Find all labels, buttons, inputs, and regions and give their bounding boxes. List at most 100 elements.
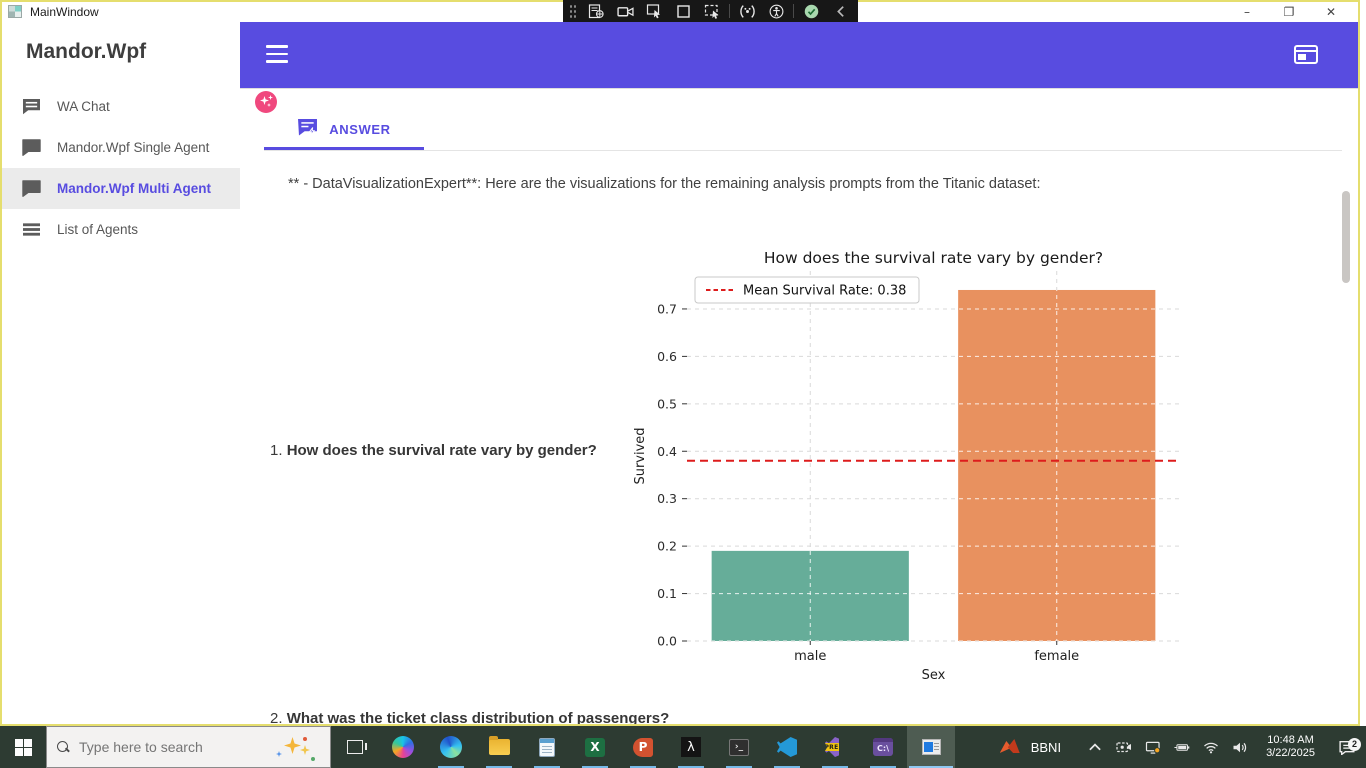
battery-icon[interactable] (1173, 739, 1191, 755)
vscode-icon (777, 737, 797, 757)
element-select-icon[interactable] (700, 2, 724, 20)
svg-text:Sex: Sex (922, 668, 946, 683)
svg-text:female: female (1034, 649, 1079, 664)
toolbar-grip[interactable] (569, 4, 577, 18)
svg-text:0.5: 0.5 (657, 396, 677, 411)
pre-badge: PRE (823, 743, 840, 751)
sparkle-badge-icon[interactable] (255, 91, 277, 113)
sidebar-item-wa-chat[interactable]: WA Chat (2, 86, 240, 127)
svg-text:0.1: 0.1 (657, 586, 677, 601)
taskbar-app-explorer[interactable] (475, 726, 523, 768)
clock-date: 3/22/2025 (1266, 747, 1315, 760)
taskbar-app-visual-studio[interactable]: PRE (811, 726, 859, 768)
question-2: 2. What was the ticket class distributio… (270, 710, 669, 724)
excel-icon (585, 738, 605, 757)
bbni-tray-icon[interactable] (1000, 739, 1020, 755)
start-button[interactable] (0, 726, 46, 768)
app-bar (240, 22, 1358, 88)
tab-active-indicator (264, 147, 424, 150)
toolbar-separator (729, 4, 730, 18)
taskbar-app-lambda[interactable] (667, 726, 715, 768)
question-1: 1. How does the survival rate vary by ge… (270, 442, 597, 459)
taskbar: PRE BBNI 10:48 AM 3/22/2025 2 (0, 726, 1366, 768)
taskbar-apps: PRE (331, 726, 955, 768)
taskbar-app-mandor-app[interactable] (907, 726, 955, 768)
hamburger-menu-icon[interactable] (266, 45, 288, 63)
sidebar-item-mandor-wpf-single-agent[interactable]: Mandor.Wpf Single Agent (2, 127, 240, 168)
svg-text:Mean Survival Rate: 0.38: Mean Survival Rate: 0.38 (743, 284, 906, 299)
taskbar-app-vscode[interactable] (763, 726, 811, 768)
app-window-icon (8, 5, 22, 18)
notification-center-button[interactable]: 2 (1334, 740, 1360, 755)
chevron-left-icon[interactable] (828, 2, 852, 20)
powerpoint-icon (633, 738, 653, 757)
search-icon (57, 741, 69, 753)
close-button[interactable]: ✕ (1310, 2, 1352, 22)
taskbar-app-edge[interactable] (427, 726, 475, 768)
taskbar-app-terminal-purple[interactable] (859, 726, 907, 768)
volume-icon[interactable] (1231, 739, 1249, 755)
sidebar: Mandor.Wpf WA Chat Mandor.Wpf Single Agen… (2, 22, 240, 724)
sidebar-item-label: List of Agents (57, 222, 138, 237)
terminal-purple-icon (873, 738, 893, 756)
web-asset-icon[interactable] (1294, 45, 1318, 64)
toolbar-separator (793, 4, 794, 18)
title-bar: MainWindow – ❐ ✕ (2, 2, 1358, 22)
svg-text:0.4: 0.4 (657, 444, 677, 459)
cast-icon[interactable] (1115, 739, 1133, 755)
sidebar-item-mandor-wpf-multi-agent[interactable]: Mandor.Wpf Multi Agent (2, 168, 240, 209)
tabstrip-divider (264, 150, 1342, 151)
square-icon[interactable] (671, 2, 695, 20)
camera-icon[interactable] (613, 2, 637, 20)
restore-button[interactable]: ❐ (1268, 2, 1310, 22)
app-title: Mandor.Wpf (26, 40, 146, 64)
explorer-icon (489, 739, 510, 755)
search-input[interactable] (79, 739, 239, 755)
chat-bubble-icon (22, 139, 42, 157)
chevron-up-icon[interactable] (1086, 739, 1104, 755)
window-title: MainWindow (30, 5, 99, 19)
accessibility-icon[interactable] (764, 2, 788, 20)
sidebar-item-label: WA Chat (57, 99, 110, 114)
agent-message: ** - DataVisualizationExpert**: Here are… (288, 176, 1188, 192)
vertical-scrollbar-thumb[interactable] (1342, 191, 1350, 283)
sidebar-menu: WA Chat Mandor.Wpf Single Agent Mandor.Wpf… (2, 86, 240, 250)
taskbar-app-powerpoint[interactable] (619, 726, 667, 768)
notepad-icon (539, 738, 555, 757)
taskbar-app-notepad[interactable] (523, 726, 571, 768)
recorder-toolbar (563, 0, 858, 22)
check-circle-icon[interactable] (799, 2, 823, 20)
taskbar-clock[interactable]: 10:48 AM 3/22/2025 (1266, 734, 1315, 760)
taskbar-app-copilot[interactable] (379, 726, 427, 768)
notification-count-badge: 2 (1348, 738, 1361, 751)
search-highlights-icon (276, 735, 316, 761)
minimize-button[interactable]: – (1226, 2, 1268, 22)
svg-text:0.6: 0.6 (657, 349, 677, 364)
windows-logo-icon (15, 739, 32, 756)
sidebar-item-label: Mandor.Wpf Single Agent (57, 140, 209, 155)
wifi-icon[interactable] (1202, 739, 1220, 755)
taskbar-app-excel[interactable] (571, 726, 619, 768)
recorder-doc-icon[interactable] (584, 2, 608, 20)
edge-icon (440, 736, 462, 758)
svg-text:0.0: 0.0 (657, 634, 677, 649)
taskbar-search[interactable] (46, 726, 331, 768)
region-select-icon[interactable] (642, 2, 666, 20)
svg-text:Survived: Survived (633, 427, 648, 484)
sidebar-item-list-of-agents[interactable]: List of Agents (2, 209, 240, 250)
answer-panel: ANSWER ** - DataVisualizationExpert**: H… (240, 88, 1358, 724)
svg-text:male: male (794, 649, 826, 664)
sidebar-item-label: Mandor.Wpf Multi Agent (57, 181, 211, 196)
taskbar-app-task-view[interactable] (331, 726, 379, 768)
gesture-icon[interactable] (735, 2, 759, 20)
bar-chart-svg: How does the survival rate vary by gende… (630, 241, 1190, 701)
lambda-icon (681, 737, 701, 757)
display-icon[interactable] (1144, 739, 1162, 755)
taskbar-app-terminal[interactable] (715, 726, 763, 768)
tab-answer[interactable]: ANSWER (264, 109, 424, 150)
task-view-icon (347, 740, 363, 754)
tray-label: BBNI (1031, 740, 1061, 755)
chat-bubble-icon (22, 180, 42, 198)
svg-text:How does the survival rate var: How does the survival rate vary by gende… (764, 249, 1103, 267)
clock-time: 10:48 AM (1266, 734, 1315, 747)
